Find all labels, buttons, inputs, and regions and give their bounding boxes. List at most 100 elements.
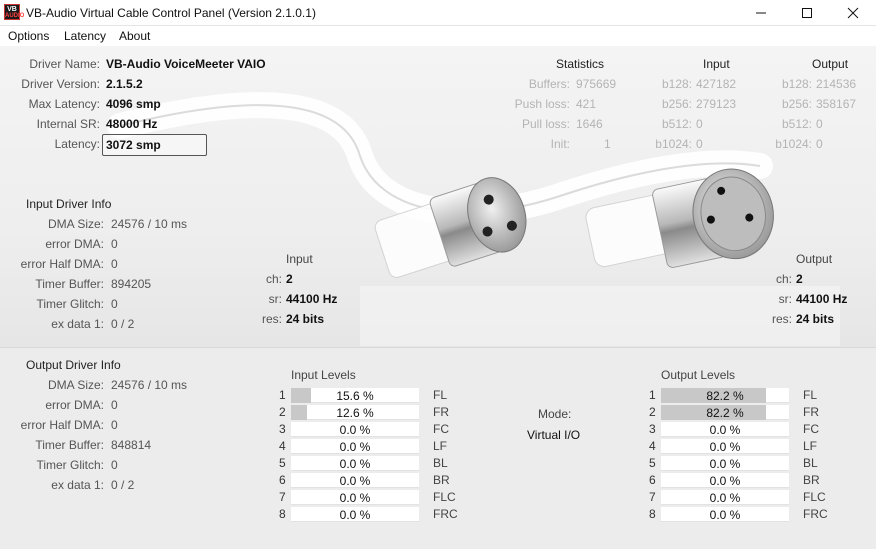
minimize-button[interactable] (738, 0, 784, 26)
output-sr-label: sr: (778, 292, 792, 306)
level-row: 7 0.0 % FLC (279, 490, 479, 505)
stat-label: Init: (550, 137, 570, 151)
channel-number: 5 (649, 456, 656, 470)
level-percent: 0.0 % (339, 440, 371, 454)
channel-name: BL (433, 456, 448, 470)
stat-output-label: b256: (781, 97, 812, 111)
level-meter: 0.0 % (661, 473, 789, 488)
level-percent: 0.0 % (709, 491, 741, 505)
level-percent: 0.0 % (709, 474, 741, 488)
channel-name: BL (803, 456, 818, 470)
stat-output-label: b512: (781, 117, 812, 131)
input-res-label: res: (261, 312, 282, 326)
channel-name: FRC (433, 507, 458, 521)
level-percent: 0.0 % (709, 457, 741, 471)
level-percent: 0.0 % (339, 491, 371, 505)
channel-number: 2 (649, 405, 656, 419)
menu-latency[interactable]: Latency (64, 29, 106, 43)
stat-input-value: 279123 (696, 97, 737, 111)
max-latency-label: Max Latency: (28, 97, 100, 111)
channel-number: 5 (279, 456, 286, 470)
internal-sr-value: 48000 Hz (106, 117, 158, 131)
close-button[interactable] (830, 0, 876, 26)
stat-input-value: 427182 (696, 77, 737, 91)
output-ch-value: 2 (796, 272, 803, 286)
info-value: 0 (111, 418, 118, 432)
level-row: 1 82.2 % FL (649, 388, 849, 403)
input-levels-title: Input Levels (291, 368, 356, 382)
menu-about[interactable]: About (119, 29, 150, 43)
statistics-output-title: Output (812, 57, 849, 71)
level-percent: 82.2 % (706, 406, 744, 420)
level-meter: 0.0 % (661, 439, 789, 454)
title-bar[interactable]: VB AUDIO VB-Audio Virtual Cable Control … (0, 0, 876, 26)
stat-label: Buffers: (528, 77, 570, 91)
info-label: Timer Glitch: (36, 297, 104, 311)
driver-name-label: Driver Name: (29, 57, 100, 71)
menu-options[interactable]: Options (8, 29, 49, 43)
level-row: 6 0.0 % BR (279, 473, 479, 488)
level-row: 3 0.0 % FC (279, 422, 479, 437)
info-value: 0 (111, 297, 118, 311)
channel-number: 8 (649, 507, 656, 521)
channel-name: FLC (803, 490, 826, 504)
level-row: 5 0.0 % BL (279, 456, 479, 471)
channel-number: 1 (649, 388, 656, 402)
channel-name: FL (803, 388, 818, 402)
info-label: Timer Glitch: (36, 458, 104, 472)
level-meter: 0.0 % (661, 490, 789, 505)
channel-name: FR (803, 405, 819, 419)
channel-number: 7 (649, 490, 656, 504)
channel-number: 6 (649, 473, 656, 487)
info-label: DMA Size: (47, 217, 104, 231)
levels-panel: Output Driver Info DMA Size: 24576 / 10 m… (0, 347, 876, 549)
level-row: 2 12.6 % FR (279, 405, 479, 420)
stat-output-label: b1024: (775, 137, 812, 151)
level-row: 3 0.0 % FC (649, 422, 849, 437)
info-label: error Half DMA: (20, 418, 104, 432)
channel-number: 7 (279, 490, 286, 504)
level-row: 6 0.0 % BR (649, 473, 849, 488)
statistics-input-title: Input (703, 57, 730, 71)
stat-input-label: b1024: (655, 137, 692, 151)
level-meter: 0.0 % (291, 490, 419, 505)
latency-select[interactable]: 3072 smp (102, 134, 207, 156)
info-value: 0 (111, 257, 118, 271)
stat-output-value: 214536 (816, 77, 857, 91)
input-sr-label: sr: (268, 292, 282, 306)
level-meter: 0.0 % (661, 507, 789, 522)
channel-name: FC (433, 422, 449, 436)
level-meter: 82.2 % (661, 388, 789, 403)
info-value: 0 (111, 237, 118, 251)
level-meter: 0.0 % (661, 422, 789, 437)
stat-output-value: 0 (816, 117, 823, 131)
channel-name: FC (803, 422, 819, 436)
close-icon (847, 7, 859, 19)
max-latency-value: 4096 smp (106, 97, 161, 111)
statistics-title: Statistics (556, 57, 605, 71)
driver-info-panel: Driver Name: VB-Audio VoiceMeeter VAIO D… (0, 46, 876, 347)
info-label: ex data 1: (51, 317, 104, 331)
info-value: 848814 (111, 438, 152, 452)
level-percent: 0.0 % (709, 440, 741, 454)
channel-name: LF (803, 439, 818, 453)
level-row: 7 0.0 % FLC (649, 490, 849, 505)
vb-audio-logo-icon[interactable]: VB AUDIO (4, 4, 24, 20)
info-value: 0 (111, 458, 118, 472)
stat-output-label: b128: (781, 77, 812, 91)
maximize-button[interactable] (784, 0, 830, 26)
info-value: 0 / 2 (111, 317, 135, 331)
channel-name: BR (803, 473, 820, 487)
stat-output-value: 0 (816, 137, 823, 151)
mode-value: Virtual I/O (527, 428, 581, 442)
channel-number: 2 (279, 405, 286, 419)
channel-name: FRC (803, 507, 828, 521)
stat-value: 1 (604, 137, 611, 151)
channel-number: 8 (279, 507, 286, 521)
output-format-title: Output (796, 252, 833, 266)
input-driver-info-title: Input Driver Info (26, 197, 112, 211)
channel-name: FLC (433, 490, 456, 504)
input-format-title: Input (286, 252, 313, 266)
level-percent: 0.0 % (339, 457, 371, 471)
level-row: 8 0.0 % FRC (279, 507, 479, 522)
